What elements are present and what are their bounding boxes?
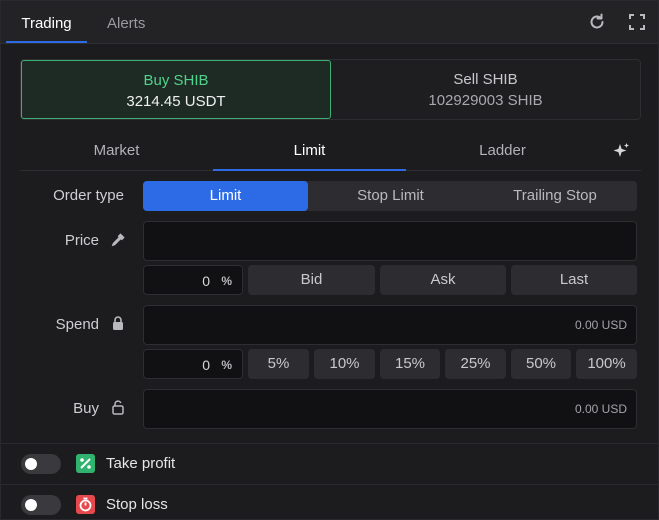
sparkle-icon[interactable] [612,142,630,160]
refresh-icon[interactable] [588,13,606,31]
spend-value: 0.00 USD [574,318,627,332]
order-type-trailing-stop[interactable]: Trailing Stop [473,181,637,211]
price-percent-input[interactable]: 0 % [143,265,243,295]
price-percent-symbol: % [221,274,232,288]
toggle-knob [25,499,37,511]
price-input[interactable] [143,221,637,261]
divider [1,443,658,444]
stop-loss-label: Stop loss [106,496,168,513]
spend-input[interactable]: 0.00 USD [143,305,637,345]
spend-percent-symbol: % [221,358,232,372]
order-type-limit[interactable]: Limit [143,181,308,211]
spend-50-button[interactable]: 50% [511,349,571,379]
price-percent-value: 0 [202,273,210,289]
sell-side-balance: 102929003 SHIB [428,92,543,109]
eyedropper-icon[interactable] [110,232,126,248]
side-selector: Buy SHIB 3214.45 USDT Sell SHIB 10292900… [20,59,641,120]
tab-market[interactable]: Market [20,131,213,171]
unlock-icon[interactable] [110,399,126,415]
divider [1,484,658,485]
stop-loss-toggle[interactable] [21,495,61,515]
toggle-knob [25,458,37,470]
spend-25-button[interactable]: 25% [445,349,506,379]
order-type-selector: Limit Stop Limit Trailing Stop [143,181,637,211]
buy-amount-value: 0.00 USD [574,402,627,416]
price-last-button[interactable]: Last [511,265,637,295]
spend-100-button[interactable]: 100% [576,349,637,379]
tab-ladder[interactable]: Ladder [406,131,599,171]
tab-limit[interactable]: Limit [213,131,406,171]
spend-percent-input[interactable]: 0 % [143,349,243,379]
spend-label: Spend [55,316,99,333]
order-type-stop-limit[interactable]: Stop Limit [308,181,473,211]
spend-percent-value: 0 [202,357,210,373]
tab-trading[interactable]: Trading [6,1,87,43]
price-label: Price [64,232,99,249]
sell-side-button[interactable]: Sell SHIB 102929003 SHIB [331,60,640,119]
spend-5-button[interactable]: 5% [248,349,309,379]
buy-side-balance: 3214.45 USDT [126,93,226,110]
buy-side-button[interactable]: Buy SHIB 3214.45 USDT [21,60,331,119]
tab-alerts[interactable]: Alerts [107,1,145,43]
order-tabs: Market Limit Ladder [20,131,641,171]
expand-icon[interactable] [628,13,646,31]
percent-icon [76,454,95,473]
spend-10-button[interactable]: 10% [314,349,375,379]
take-profit-toggle[interactable] [21,454,61,474]
price-ask-button[interactable]: Ask [380,265,506,295]
take-profit-label: Take profit [106,455,176,472]
buy-amount-label: Buy [73,400,99,417]
buy-amount-input[interactable]: 0.00 USD [143,389,637,429]
sell-side-title: Sell SHIB [453,71,518,88]
trading-panel: Trading Alerts Buy SHIB 3214.45 USDT Sel… [0,0,659,520]
price-bid-button[interactable]: Bid [248,265,375,295]
order-type-label: Order type [53,187,124,204]
spend-15-button[interactable]: 15% [380,349,440,379]
top-tab-bar: Trading Alerts [1,1,658,44]
lock-icon[interactable] [110,315,126,331]
stopwatch-icon [76,495,95,514]
buy-side-title: Buy SHIB [143,72,209,89]
